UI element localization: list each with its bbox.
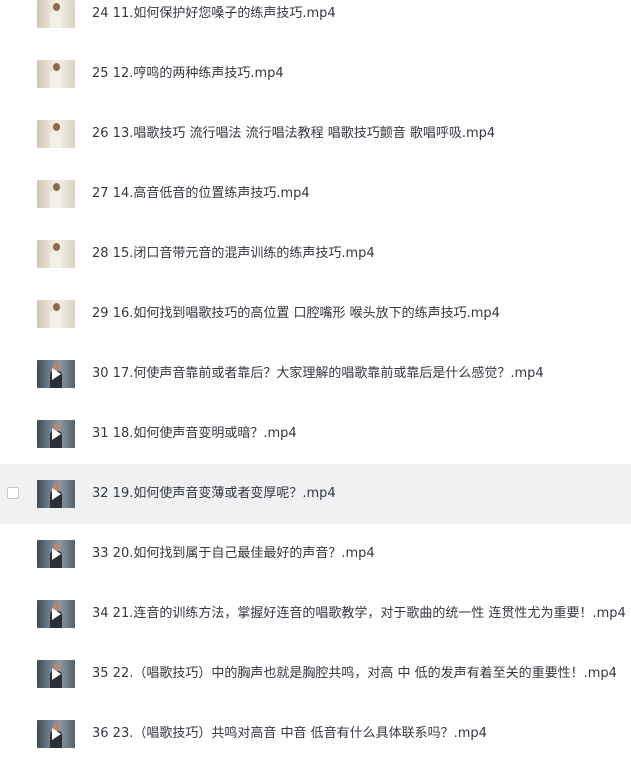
play-icon: [52, 368, 61, 380]
video-thumbnail[interactable]: [37, 480, 75, 508]
video-thumbnail[interactable]: [37, 240, 75, 268]
video-thumbnail[interactable]: [37, 540, 75, 568]
person-figure: [50, 303, 62, 328]
file-name[interactable]: 32 19.如何使声音变薄或者变厚呢？.mp4: [92, 464, 336, 524]
play-icon: [52, 488, 61, 500]
video-thumbnail[interactable]: [37, 660, 75, 688]
person-figure: [50, 243, 62, 268]
video-thumbnail[interactable]: [37, 0, 75, 28]
person-figure: [50, 63, 62, 88]
video-thumbnail[interactable]: [37, 420, 75, 448]
file-row[interactable]: 30 17.何使声音靠前或者靠后？大家理解的唱歌靠前或靠后是什么感觉？.mp4: [0, 344, 631, 404]
play-icon: [52, 668, 61, 680]
file-name[interactable]: 31 18.如何使声音变明或暗？.mp4: [92, 404, 297, 464]
file-row[interactable]: 29 16.如何找到唱歌技巧的高位置 口腔嘴形 喉头放下的练声技巧.mp4: [0, 284, 631, 344]
play-icon: [52, 728, 61, 740]
video-thumbnail[interactable]: [37, 600, 75, 628]
person-figure: [50, 183, 62, 208]
video-thumbnail[interactable]: [37, 720, 75, 748]
file-name[interactable]: 27 14.高音低音的位置练声技巧.mp4: [92, 164, 310, 224]
video-thumbnail[interactable]: [37, 360, 75, 388]
file-row[interactable]: 34 21.连音的训练方法，掌握好连音的唱歌教学，对于歌曲的统一性 连贯性尤为重…: [0, 584, 631, 644]
file-row[interactable]: 33 20.如何找到属于自己最佳最好的声音？.mp4: [0, 524, 631, 584]
file-row[interactable]: 26 13.唱歌技巧 流行唱法 流行唱法教程 唱歌技巧颤音 歌唱呼吸.mp4: [0, 104, 631, 164]
play-icon: [52, 428, 61, 440]
row-checkbox[interactable]: [7, 487, 19, 499]
person-figure: [50, 3, 62, 28]
file-row[interactable]: 36 23.（唱歌技巧）共鸣对高音 中音 低音有什么具体联系吗？.mp4: [0, 704, 631, 764]
video-thumbnail[interactable]: [37, 180, 75, 208]
file-row[interactable]: 32 19.如何使声音变薄或者变厚呢？.mp4: [0, 464, 631, 524]
file-list: 24 11.如何保护好您嗓子的练声技巧.mp4 25 12.哼鸣的两种练声技巧.m…: [0, 0, 631, 764]
file-name[interactable]: 28 15.闭口音带元音的混声训练的练声技巧.mp4: [92, 224, 375, 284]
file-row[interactable]: 25 12.哼鸣的两种练声技巧.mp4: [0, 44, 631, 104]
file-row[interactable]: 31 18.如何使声音变明或暗？.mp4: [0, 404, 631, 464]
file-row[interactable]: 24 11.如何保护好您嗓子的练声技巧.mp4: [0, 0, 631, 44]
file-name[interactable]: 24 11.如何保护好您嗓子的练声技巧.mp4: [92, 0, 336, 44]
file-row[interactable]: 35 22.（唱歌技巧）中的胸声也就是胸腔共鸣，对高 中 低的发声有着至关的重要…: [0, 644, 631, 704]
file-name[interactable]: 34 21.连音的训练方法，掌握好连音的唱歌教学，对于歌曲的统一性 连贯性尤为重…: [92, 584, 626, 644]
person-figure: [50, 123, 62, 148]
file-row[interactable]: 27 14.高音低音的位置练声技巧.mp4: [0, 164, 631, 224]
file-row[interactable]: 28 15.闭口音带元音的混声训练的练声技巧.mp4: [0, 224, 631, 284]
play-icon: [52, 548, 61, 560]
file-name[interactable]: 30 17.何使声音靠前或者靠后？大家理解的唱歌靠前或靠后是什么感觉？.mp4: [92, 344, 544, 404]
file-name[interactable]: 36 23.（唱歌技巧）共鸣对高音 中音 低音有什么具体联系吗？.mp4: [92, 704, 487, 764]
video-thumbnail[interactable]: [37, 60, 75, 88]
file-name[interactable]: 29 16.如何找到唱歌技巧的高位置 口腔嘴形 喉头放下的练声技巧.mp4: [92, 284, 500, 344]
file-name[interactable]: 35 22.（唱歌技巧）中的胸声也就是胸腔共鸣，对高 中 低的发声有着至关的重要…: [92, 644, 617, 704]
file-name[interactable]: 26 13.唱歌技巧 流行唱法 流行唱法教程 唱歌技巧颤音 歌唱呼吸.mp4: [92, 104, 495, 164]
file-name[interactable]: 25 12.哼鸣的两种练声技巧.mp4: [92, 44, 284, 104]
video-thumbnail[interactable]: [37, 300, 75, 328]
file-name[interactable]: 33 20.如何找到属于自己最佳最好的声音？.mp4: [92, 524, 375, 584]
video-thumbnail[interactable]: [37, 120, 75, 148]
play-icon: [52, 608, 61, 620]
